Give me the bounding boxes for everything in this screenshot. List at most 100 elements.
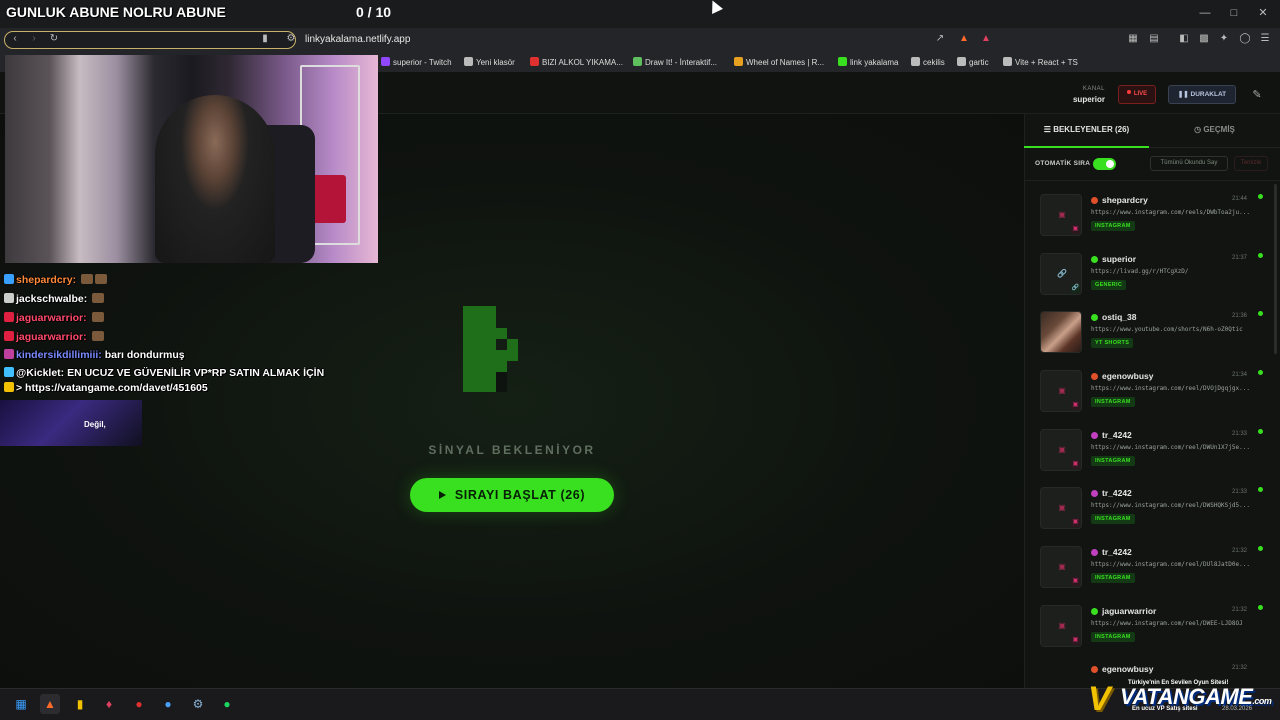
close-icon[interactable]: ✕ (1256, 6, 1270, 20)
play-icon (438, 491, 446, 499)
chat-text: > https://vatangame.com/davet/451605 (16, 382, 208, 394)
queue-url[interactable]: https://www.instagram.com/reels/DWbToa2j… (1091, 209, 1267, 216)
back-icon[interactable]: ‹ (9, 33, 21, 45)
queue-item[interactable]: ▣ ▣ egenowbusy 21:34 https://www.instagram.c… (1032, 364, 1270, 420)
tabs-icon[interactable]: ▩ (1198, 33, 1210, 45)
bookmark-item[interactable]: cekilis (911, 57, 945, 67)
chat-banner-text: Değil, (84, 420, 106, 429)
queue-url[interactable]: https://www.youtube.com/shorts/N6h-oZ0Qt… (1091, 326, 1267, 333)
mark-all-read-button[interactable]: Tümünü Okundu Say (1150, 156, 1228, 171)
steam-icon[interactable]: ⚙ (188, 694, 208, 714)
bookmark-item[interactable]: superior - Twitch (381, 57, 452, 67)
queue-time: 21:37 (1232, 255, 1248, 261)
bookmark-label: Draw It! - İnteraktif... (645, 58, 718, 67)
sidebar-toggle-icon[interactable]: ◧ (1178, 33, 1190, 45)
user-badge-icon (1091, 255, 1098, 263)
bookmark-item[interactable]: Vite + React + TS (1003, 57, 1078, 67)
queue-username: ostiq_38 (1102, 312, 1137, 322)
queue-item[interactable]: ▣ ▣ jaguarwarrior 21:32 https://www.instagra… (1032, 599, 1270, 655)
user-badge-icon (1091, 372, 1098, 380)
menu-icon[interactable]: ☰ (1259, 33, 1271, 45)
bookmark-item[interactable]: Draw It! - İnteraktif... (633, 57, 717, 67)
chat-message: jackschwalbe: (4, 293, 105, 305)
windows-start-icon[interactable]: ▦ (11, 694, 31, 714)
instagram-icon: ▣ (1058, 386, 1066, 395)
url-field[interactable]: linkyakalama.netlify.app (305, 34, 410, 45)
minimize-icon[interactable]: — (1198, 6, 1212, 20)
edit-icon[interactable]: ✎ (1250, 88, 1264, 102)
webcam-overlay (5, 55, 378, 263)
app-icon[interactable]: ● (129, 694, 149, 714)
site-icon (734, 57, 743, 66)
reload-icon[interactable]: ↻ (48, 33, 60, 45)
queue-user: tr_4242 (1091, 430, 1132, 440)
queue-url[interactable]: https://www.instagram.com/reel/DVOjDgqjg… (1091, 385, 1267, 392)
queue-item[interactable]: ▣ ▣ tr_4242 21:32 https://www.instagram.com/… (1032, 540, 1270, 596)
bookmark-label: link yakalama (850, 58, 899, 67)
instagram-icon: ▣ (1071, 518, 1080, 527)
extensions-icon[interactable]: ▦ (1127, 33, 1139, 45)
subscriber-goal-text: GUNLUK ABUNE NOLRU ABUNE (6, 4, 226, 20)
bookmark-item[interactable]: Yeni klasör (464, 57, 515, 67)
maximize-icon[interactable]: □ (1227, 6, 1241, 20)
bookmark-item[interactable]: BIZI ALKOL YIKAMA... (530, 57, 623, 67)
queue-url[interactable]: https://www.instagram.com/reel/DUl8JatD0… (1091, 561, 1267, 568)
queue-user: egenowbusy (1091, 664, 1153, 674)
live-button[interactable]: LIVE (1118, 85, 1156, 104)
queue-user: ostiq_38 (1091, 312, 1137, 322)
queue-url[interactable]: https://www.instagram.com/reel/DWUn1X7j5… (1091, 444, 1267, 451)
live-label: LIVE (1133, 91, 1148, 97)
queue-item[interactable]: 🔗 🔗 superior 21:37 https://livad.gg/r/HTCgXz… (1032, 247, 1270, 303)
platform-tag: INSTAGRAM (1091, 221, 1135, 231)
chat-emote-icon (81, 274, 94, 284)
site-icon (530, 57, 539, 66)
queue-thumbnail: ▣ ▣ (1040, 605, 1082, 647)
brave-browser-icon[interactable]: ▲ (40, 694, 60, 714)
bookmark-item[interactable]: gartic (957, 57, 989, 67)
queue-user: tr_4242 (1091, 488, 1132, 498)
app-icon[interactable]: ● (158, 694, 178, 714)
tab-waiting-label: BEKLEYENLER (26) (1053, 125, 1130, 134)
online-dot-icon (1258, 370, 1263, 375)
queue-item[interactable]: ostiq_38 21:36 https://www.youtube.com/sho… (1032, 305, 1270, 361)
brave-rewards-icon[interactable]: ▲ (980, 33, 992, 45)
user-badge-icon (1091, 548, 1098, 556)
valorant-icon[interactable]: ♦ (99, 694, 119, 714)
bookmark-icon[interactable]: ▮ (259, 33, 271, 45)
queue-time: 21:33 (1232, 489, 1248, 495)
start-queue-button[interactable]: SIRAYI BAŞLAT (26) (410, 478, 614, 512)
queue-thumbnail: ▣ ▣ (1040, 429, 1082, 471)
queue-time: 21:32 (1232, 665, 1248, 671)
forward-icon[interactable]: › (28, 33, 40, 45)
chat-message: > https://vatangame.com/davet/451605 (4, 382, 208, 394)
site-info-icon[interactable]: ⚙ (285, 33, 297, 45)
clear-button[interactable]: Temizle (1234, 156, 1268, 171)
queue-item[interactable]: ▣ ▣ tr_4242 21:33 https://www.instagram.com/… (1032, 481, 1270, 537)
chat-emote-icon (92, 293, 105, 303)
queue-scrollbar[interactable] (1274, 184, 1277, 354)
instagram-icon: ▣ (1071, 577, 1080, 586)
online-dot-icon (1258, 311, 1263, 316)
spotify-icon[interactable]: ● (217, 694, 237, 714)
leo-ai-icon[interactable]: ✦ (1218, 33, 1230, 45)
queue-item[interactable]: ▣ ▣ shepardcry 21:44 https://www.instagram.c… (1032, 188, 1270, 244)
tab-history[interactable]: ◷ GEÇMİŞ (1149, 114, 1280, 148)
tab-waiting[interactable]: ☰ BEKLEYENLER (26) (1024, 114, 1149, 148)
bookmark-item[interactable]: link yakalama (838, 57, 898, 67)
share-icon[interactable]: ↗ (934, 33, 946, 45)
brave-shield-icon[interactable]: ▲ (958, 33, 970, 45)
wallet-icon[interactable]: ▤ (1148, 33, 1160, 45)
platform-tag: GENERIC (1091, 280, 1127, 290)
pause-button[interactable]: ❚❚ DURAKLAT (1168, 85, 1236, 104)
pause-label: DURAKLAT (1190, 91, 1227, 98)
auto-queue-toggle[interactable] (1093, 158, 1116, 170)
queue-url[interactable]: https://livad.gg/r/HTCgXzD/ (1091, 268, 1267, 275)
file-explorer-icon[interactable]: ▮ (70, 694, 90, 714)
queue-item[interactable]: ▣ ▣ tr_4242 21:33 https://www.instagram.com/… (1032, 423, 1270, 479)
queue-username: tr_4242 (1102, 430, 1132, 440)
queue-url[interactable]: https://www.instagram.com/reel/DWEE-LJD8… (1091, 620, 1267, 627)
platform-tag: INSTAGRAM (1091, 514, 1135, 524)
vpn-icon[interactable]: ◯ (1239, 33, 1251, 45)
bookmark-item[interactable]: Wheel of Names | R... (734, 57, 824, 67)
queue-url[interactable]: https://www.instagram.com/reel/DWSHQKSjd… (1091, 502, 1267, 509)
